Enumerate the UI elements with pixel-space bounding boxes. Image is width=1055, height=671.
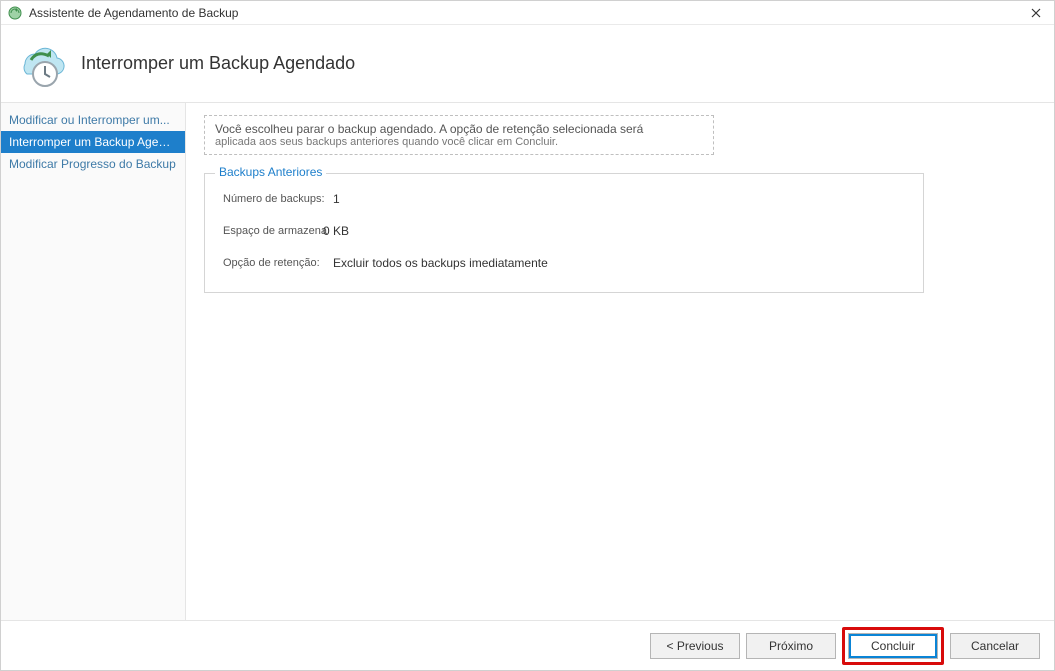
label-retention-option: Opção de retenção:: [223, 257, 333, 269]
value-storage-used: 0 KB: [323, 224, 349, 238]
wizard-steps-sidebar: Modificar ou Interromper um... Interromp…: [1, 103, 186, 620]
group-legend: Backups Anteriores: [215, 165, 326, 179]
cancel-button[interactable]: Cancelar: [950, 633, 1040, 659]
titlebar: Assistente de Agendamento de Backup: [1, 1, 1054, 25]
info-box: Você escolheu parar o backup agendado. A…: [204, 115, 714, 155]
wizard-header: Interromper um Backup Agendado: [1, 25, 1054, 103]
value-retention-option: Excluir todos os backups imediatamente: [333, 256, 548, 270]
step-modify-or-stop[interactable]: Modificar ou Interromper um...: [1, 109, 185, 131]
window-title: Assistente de Agendamento de Backup: [29, 6, 1024, 20]
finish-highlight: Concluir: [842, 627, 944, 665]
wizard-footer: < Previous Próximo Concluir Cancelar: [1, 620, 1054, 670]
step-stop-scheduled-backup[interactable]: Interromper um Backup Agendado: [1, 131, 185, 153]
label-backup-count: Número de backups:: [223, 193, 333, 205]
previous-backups-group: Backups Anteriores Número de backups: 1 …: [204, 173, 924, 293]
previous-button[interactable]: < Previous: [650, 633, 740, 659]
wizard-main: Você escolheu parar o backup agendado. A…: [186, 103, 1054, 620]
row-backup-count: Número de backups: 1: [223, 192, 905, 206]
spacer: [204, 293, 1030, 608]
step-modify-backup-progress[interactable]: Modificar Progresso do Backup: [1, 153, 185, 175]
wizard-body: Modificar ou Interromper um... Interromp…: [1, 103, 1054, 620]
label-storage-used: Espaço de armazenamento usado:: [223, 225, 327, 237]
info-text-line1: Você escolheu parar o backup agendado. A…: [215, 122, 703, 136]
info-text-line2: aplicada aos seus backups anteriores qua…: [215, 136, 703, 148]
value-backup-count: 1: [333, 192, 340, 206]
next-button[interactable]: Próximo: [746, 633, 836, 659]
page-title: Interromper um Backup Agendado: [81, 53, 355, 74]
cloud-clock-icon: [11, 36, 67, 92]
app-icon: [7, 5, 23, 21]
finish-button[interactable]: Concluir: [848, 633, 938, 659]
row-retention-option: Opção de retenção: Excluir todos os back…: [223, 256, 905, 270]
wizard-window: Assistente de Agendamento de Backup Inte…: [0, 0, 1055, 671]
row-storage-used: Espaço de armazenamento usado: 0 KB: [223, 224, 905, 238]
close-button[interactable]: [1024, 1, 1048, 25]
